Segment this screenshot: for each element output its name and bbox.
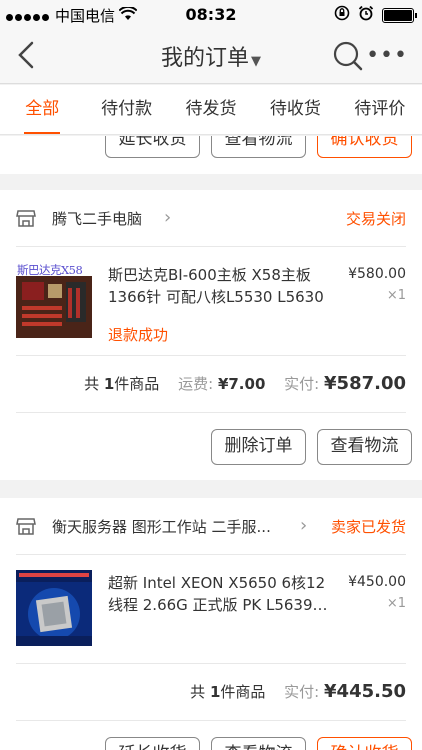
- tab-pending-shipment[interactable]: 待发货: [169, 85, 253, 134]
- item-count: 1: [209, 683, 221, 701]
- extend-receipt-button[interactable]: 延长收货: [105, 737, 200, 750]
- product-price: ¥450.00: [348, 574, 406, 590]
- order-card: 衡天服务器 图形工作站 二手服... › 卖家已发货 超新 Intel XEON…: [0, 498, 422, 750]
- product-title[interactable]: 超新 Intel XEON X5650 6核12线程 2.66G 正式版 PK …: [108, 572, 333, 616]
- shop-row[interactable]: 腾飞二手电脑 › 交易关闭: [0, 190, 422, 246]
- search-icon[interactable]: [332, 40, 364, 72]
- shop-icon: [16, 518, 36, 535]
- page-title-text: 我的订单: [160, 46, 249, 71]
- battery-icon: [382, 7, 417, 23]
- divider: [16, 246, 406, 247]
- order-summary: 共 1件商品 实付: ¥445.50: [190, 681, 406, 702]
- order-tabs: 全部 待付款 待发货 待收货 待评价: [0, 85, 422, 135]
- tab-all[interactable]: 全部: [0, 85, 84, 134]
- shipping-fee: ¥7.00: [217, 375, 266, 393]
- more-icon[interactable]: •••: [366, 45, 408, 67]
- confirm-receipt-button[interactable]: 确认收货: [317, 737, 412, 750]
- order-card-partial: 延长收货 查看物流 确认收货: [0, 136, 422, 174]
- product-price: ¥580.00: [348, 266, 406, 282]
- divider: [16, 554, 406, 555]
- item-count-prefix: 共: [84, 375, 100, 393]
- divider: [16, 720, 406, 721]
- chevron-right-icon: ›: [300, 515, 308, 536]
- paid-label: 实付:: [284, 375, 320, 393]
- shop-name: 衡天服务器 图形工作站 二手服...: [52, 518, 271, 536]
- tab-pending-receipt[interactable]: 待收货: [253, 85, 337, 134]
- item-count: 1: [103, 375, 115, 393]
- confirm-receipt-button[interactable]: 确认收货: [317, 136, 412, 158]
- delete-order-button[interactable]: 删除订单: [211, 429, 306, 465]
- product-title[interactable]: 斯巴达克BI-600主板 X58主板 1366针 可配八核L5530 L5630: [108, 264, 333, 308]
- extend-receipt-button[interactable]: 延长收货: [105, 136, 200, 158]
- shop-icon: [16, 210, 36, 227]
- caret-down-icon: ▼: [251, 54, 261, 69]
- chevron-right-icon: ›: [164, 207, 172, 228]
- order-card: 腾飞二手电脑 › 交易关闭 斯巴达克X58 斯巴达克BI-600主板 X58主板…: [0, 190, 422, 480]
- shop-name: 腾飞二手电脑: [52, 210, 143, 228]
- order-status: 卖家已发货: [330, 518, 406, 536]
- shipping-label: 运费:: [178, 375, 214, 393]
- shop-row[interactable]: 衡天服务器 图形工作站 二手服... › 卖家已发货: [0, 498, 422, 554]
- product-thumbnail[interactable]: [16, 570, 92, 646]
- divider: [16, 412, 406, 413]
- tab-pending-review[interactable]: 待评价: [338, 85, 422, 134]
- nav-bar: 我的订单 ▼ •••: [0, 28, 422, 84]
- product-quantity: ×1: [386, 596, 406, 611]
- divider: [16, 355, 406, 356]
- paid-amount: ¥587.00: [324, 373, 406, 394]
- thumb-label: 斯巴达克X58: [17, 263, 83, 277]
- item-count-suffix: 件商品: [114, 375, 160, 393]
- order-list[interactable]: 延长收货 查看物流 确认收货 腾飞二手电脑 › 交易关闭 斯巴达克X58 斯巴达…: [0, 136, 422, 750]
- status-bar: 中国电信 08:32: [0, 0, 422, 28]
- refund-status: 退款成功: [108, 326, 169, 344]
- item-count-suffix: 件商品: [220, 683, 266, 701]
- product-thumbnail[interactable]: 斯巴达克X58: [16, 262, 92, 338]
- paid-label: 实付:: [284, 683, 320, 701]
- order-status: 交易关闭: [345, 210, 406, 228]
- rotation-lock-icon: [334, 5, 350, 25]
- paid-amount: ¥445.50: [324, 681, 406, 702]
- view-logistics-button[interactable]: 查看物流: [317, 429, 412, 465]
- divider: [16, 663, 406, 664]
- product-quantity: ×1: [386, 288, 406, 303]
- view-logistics-button[interactable]: 查看物流: [211, 737, 306, 750]
- order-summary: 共 1件商品 运费: ¥7.00 实付: ¥587.00: [84, 373, 406, 394]
- alarm-icon: [358, 5, 374, 25]
- view-logistics-button[interactable]: 查看物流: [211, 136, 306, 158]
- item-count-prefix: 共: [190, 683, 206, 701]
- tab-pending-payment[interactable]: 待付款: [84, 85, 168, 134]
